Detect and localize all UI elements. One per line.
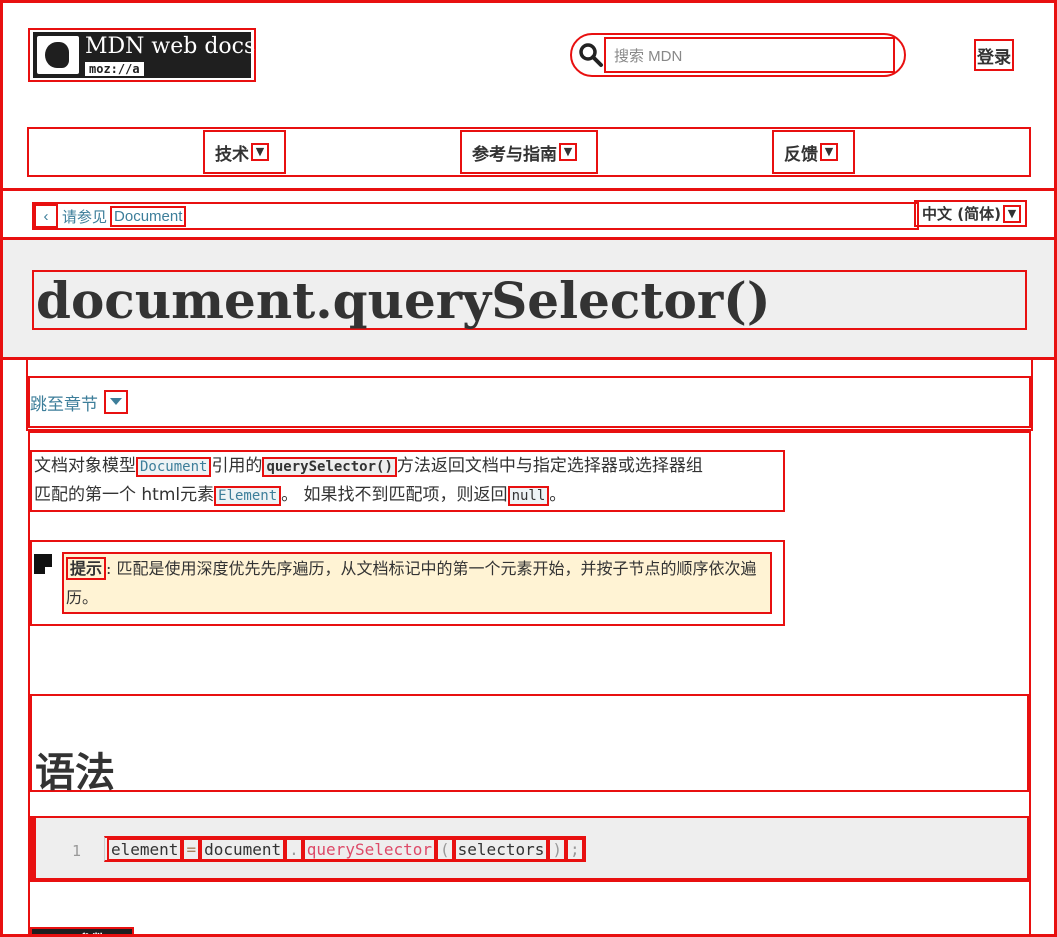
nav-label: 反馈 <box>784 144 818 165</box>
note-content: 提示: 匹配是使用深度优先先序遍历，从文档标记中的第一个元素开始，并按子节点的顺… <box>62 552 772 614</box>
code-token: ; <box>566 837 584 861</box>
code-line: element = document. querySelector(selecto… <box>104 836 586 862</box>
note-icon <box>34 554 52 574</box>
intro-text: 匹配的第一个 html元素 <box>34 485 215 505</box>
caret-down-icon <box>104 390 128 414</box>
intro-text: 引用的 <box>211 456 263 476</box>
breadcrumb-document-link[interactable]: Document <box>110 205 187 227</box>
note-text: : 匹配是使用深度优先先序遍历，从文档标记中的第一个元素开始，并按子节点的顺序依… <box>66 559 757 607</box>
language-label: 中文 (简体) <box>922 205 1001 223</box>
method-name: querySelector() <box>262 457 397 477</box>
code-token: ) <box>548 837 566 861</box>
line-number: 1 <box>72 842 82 860</box>
nav-item-references[interactable]: 参考与指南 ▼ <box>460 130 598 174</box>
code-token: selectors <box>453 837 549 861</box>
code-token: = <box>182 837 201 861</box>
jump-label: 跳至章节 <box>30 394 98 415</box>
chevron-left-icon[interactable]: ‹ <box>34 204 58 228</box>
caret-down-icon: ▼ <box>1002 204 1021 223</box>
code-token: element <box>107 837 183 861</box>
parameters-heading: 参数 <box>30 927 134 937</box>
breadcrumb: ‹ 请参见 Document <box>32 202 919 230</box>
search-icon[interactable] <box>578 42 604 68</box>
login-link[interactable]: 登录 <box>974 39 1014 71</box>
page-title: document.querySelector() <box>32 270 1027 330</box>
jump-to-section[interactable]: 跳至章节 <box>28 376 1031 428</box>
code-token: document <box>200 837 286 861</box>
see-also-label: 请参见 <box>62 208 108 226</box>
document-link[interactable]: Document <box>136 457 212 477</box>
intro-paragraph: 文档对象模型 Document 引用的 querySelector() 方法返回文档中与… <box>30 450 785 512</box>
mdn-lion-icon <box>37 36 79 74</box>
search-input[interactable]: 搜索 MDN <box>604 37 895 73</box>
code-block: 1 element = document. querySelector(selec… <box>30 816 1029 880</box>
nav-item-technologies[interactable]: 技术 ▼ <box>203 130 286 174</box>
note-label: 提示 <box>66 557 107 580</box>
caret-down-icon: ▼ <box>559 143 577 161</box>
logo-mozilla: moz://a <box>85 62 144 76</box>
nav-item-feedback[interactable]: 反馈 ▼ <box>772 130 855 174</box>
code-token: . <box>285 837 303 861</box>
code-token: ( <box>436 837 454 861</box>
intro-text: 方法返回文档中与指定选择器或选择器组 <box>396 456 703 476</box>
element-link[interactable]: Element <box>214 486 282 506</box>
intro-text: 。 如果找不到匹配项，则返回 <box>281 485 508 505</box>
logo-text: MDN web docs <box>85 34 256 59</box>
nav-label: 技术 <box>215 144 249 165</box>
language-selector[interactable]: 中文 (简体) ▼ <box>914 200 1027 227</box>
intro-text: 。 <box>549 485 567 505</box>
next-section <box>30 880 1029 937</box>
syntax-heading: 语法 <box>30 694 1029 796</box>
intro-text: 文档对象模型 <box>34 456 136 476</box>
caret-down-icon: ▼ <box>251 143 269 161</box>
mdn-logo[interactable]: MDN web docs moz://a <box>28 28 256 82</box>
null-code: null <box>507 486 550 506</box>
code-token: querySelector <box>302 837 437 861</box>
caret-down-icon: ▼ <box>820 143 838 161</box>
logo-block: MDN web docs moz://a <box>33 32 255 78</box>
nav-label: 参考与指南 <box>472 144 557 165</box>
note-box: 提示: 匹配是使用深度优先先序遍历，从文档标记中的第一个元素开始，并按子节点的顺… <box>30 540 785 626</box>
